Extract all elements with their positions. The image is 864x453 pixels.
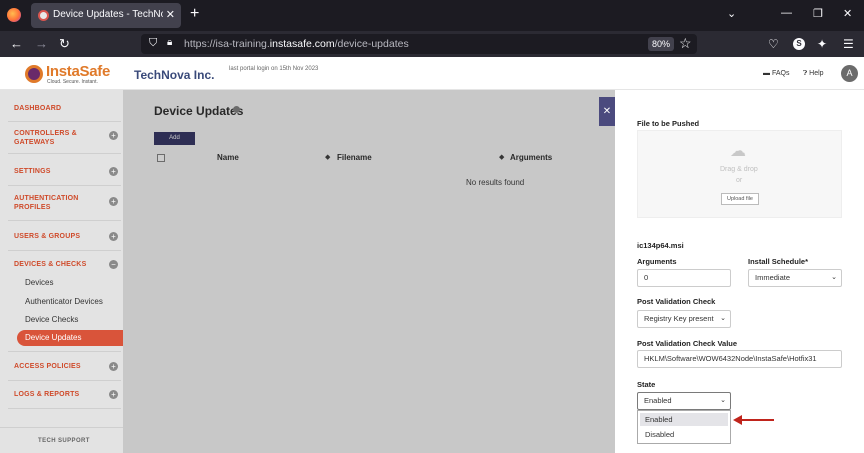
annotation-arrow-head-icon: [733, 415, 742, 425]
tab-close-icon[interactable]: ✕: [166, 8, 175, 21]
sidebar-divider: [8, 351, 121, 352]
sidebar-divider: [8, 220, 121, 221]
expand-plus-icon[interactable]: +: [109, 362, 118, 371]
post-validation-check-value-input[interactable]: HKLM\Software\WOW6432Node\InstaSafe\Hotf…: [637, 350, 842, 368]
tech-support[interactable]: TECH SUPPORT: [0, 427, 123, 453]
faqs-link[interactable]: ▬ FAQs: [763, 70, 789, 77]
expand-plus-icon[interactable]: +: [109, 390, 118, 399]
install-schedule-value: Immediate: [755, 273, 791, 282]
tab-favicon-icon: [38, 10, 49, 21]
sidebar-item-dashboard[interactable]: DASHBOARD: [14, 104, 104, 113]
state-select[interactable]: Enabled ⌄: [637, 392, 731, 410]
state-option-enabled[interactable]: Enabled: [640, 413, 728, 426]
chevron-down-icon: ⌄: [720, 397, 726, 404]
browser-tab[interactable]: Device Updates - TechNova Inc ✕: [31, 3, 181, 28]
post-validation-check-label: Post Validation Check: [637, 297, 716, 306]
instasafe-logo-icon: [25, 65, 43, 83]
app-header: InstaSafe Cloud. Secure. Instant. TechNo…: [0, 57, 864, 90]
sidebar-item-controllers[interactable]: CONTROLLERS & GATEWAYS: [14, 129, 104, 147]
expand-plus-icon[interactable]: +: [109, 131, 118, 140]
post-validation-check-select[interactable]: Registry Key present ⌄: [637, 310, 731, 328]
back-arrow-icon[interactable]: ←: [10, 36, 23, 51]
expand-plus-icon[interactable]: +: [109, 167, 118, 176]
close-window-button[interactable]: ✕: [843, 7, 852, 20]
browser-tab-bar: Device Updates - TechNova Inc ✕ + ⌄ — ❐ …: [0, 0, 864, 31]
arguments-input[interactable]: 0: [637, 269, 731, 287]
sidebar-divider: [8, 185, 121, 186]
url-text[interactable]: https://isa-training.instasafe.com/devic…: [184, 38, 409, 50]
drag-drop-text: Drag & drop: [720, 166, 758, 173]
sidebar-divider: [8, 408, 121, 409]
sidebar-item-access-policies[interactable]: ACCESS POLICIES: [14, 362, 104, 371]
browser-nav-bar: ← → ↻ ⛉ 🔒︎ https://isa-training.instasaf…: [0, 31, 864, 57]
modal-backdrop[interactable]: [123, 90, 615, 453]
logo-tagline: Cloud. Secure. Instant.: [47, 79, 98, 85]
account-avatar[interactable]: S: [793, 38, 805, 50]
annotation-arrow: [740, 419, 774, 421]
user-avatar[interactable]: A: [841, 65, 858, 82]
menu-hamburger-icon[interactable]: ☰: [843, 37, 854, 51]
state-label: State: [637, 380, 656, 389]
sidebar-divider: [8, 121, 121, 122]
post-validation-check-value-label: Post Validation Check Value: [637, 339, 738, 348]
state-dropdown-list: Enabled Disabled: [637, 410, 731, 444]
sidebar-item-settings[interactable]: SETTINGS: [14, 167, 104, 176]
cloud-upload-icon: ☁: [730, 143, 746, 160]
extensions-icon[interactable]: ✦: [817, 37, 827, 51]
faqs-label: FAQs: [771, 70, 790, 77]
reload-icon[interactable]: ↻: [59, 36, 70, 52]
pocket-icon[interactable]: ♡: [768, 37, 779, 51]
sidebar-divider: [8, 153, 121, 154]
last-login-text: last portal login on 15th Nov 2023: [229, 66, 319, 72]
sidebar-subitem-device-updates[interactable]: Device Updates: [17, 330, 123, 346]
help-link[interactable]: ❓︎ Help: [803, 70, 824, 78]
install-schedule-select[interactable]: Immediate ⌄: [748, 269, 842, 287]
sidebar-item-logs-reports[interactable]: LOGS & REPORTS: [14, 390, 104, 399]
list-all-tabs-icon[interactable]: ⌄: [727, 7, 736, 20]
sidebar-divider: [8, 380, 121, 381]
collapse-minus-icon[interactable]: −: [109, 260, 118, 269]
bookmark-star-icon[interactable]: ☆: [679, 35, 692, 52]
company-name: TechNova Inc.: [134, 68, 215, 82]
expand-plus-icon[interactable]: +: [109, 232, 118, 241]
sidebar-item-auth-profiles[interactable]: AUTHENTICATION PROFILES: [14, 194, 104, 212]
sidebar-item-users-groups[interactable]: USERS & GROUPS: [14, 232, 104, 241]
minimize-window-button[interactable]: —: [781, 7, 792, 19]
url-bar[interactable]: ⛉ 🔒︎ https://isa-training.instasafe.com/…: [141, 34, 697, 54]
upload-file-button[interactable]: Upload file: [721, 193, 759, 205]
panel-close-button[interactable]: ✕: [599, 97, 615, 126]
help-label: Help: [809, 70, 824, 77]
tracking-shield-icon[interactable]: ⛉: [149, 37, 157, 50]
sidebar-subitem-devices[interactable]: Devices: [25, 278, 53, 287]
state-option-disabled[interactable]: Disabled: [640, 428, 728, 441]
selected-file-name: ic134p64.msi: [637, 241, 684, 250]
sidebar-subitem-label: Device Updates: [25, 333, 82, 342]
forward-arrow-icon[interactable]: →: [35, 36, 48, 51]
state-value: Enabled: [644, 396, 672, 405]
tech-support-label: TECH SUPPORT: [38, 438, 90, 444]
sidebar-divider: [8, 250, 121, 251]
chevron-down-icon: ⌄: [831, 274, 837, 281]
new-tab-button[interactable]: +: [190, 5, 199, 23]
faq-chat-icon: ▬: [763, 70, 772, 77]
firefox-logo-icon: [7, 8, 21, 22]
restore-window-button[interactable]: ❐: [813, 7, 823, 20]
logo-text: InstaSafe: [46, 63, 110, 80]
arguments-label: Arguments: [637, 257, 677, 266]
sidebar-subitem-device-checks[interactable]: Device Checks: [25, 315, 78, 324]
expand-plus-icon[interactable]: +: [109, 197, 118, 206]
tab-title: Device Updates - TechNova Inc: [53, 9, 163, 20]
file-to-push-label: File to be Pushed: [637, 119, 700, 128]
chevron-down-icon: ⌄: [720, 315, 726, 322]
sidebar-subitem-authenticator-devices[interactable]: Authenticator Devices: [25, 297, 103, 306]
install-schedule-label: Install Schedule*: [748, 257, 809, 266]
zoom-level-badge[interactable]: 80%: [648, 37, 674, 51]
sidebar-item-devices-checks[interactable]: DEVICES & CHECKS: [14, 260, 104, 269]
post-validation-check-value: Registry Key present: [644, 314, 714, 323]
sidebar: DASHBOARD CONTROLLERS & GATEWAYS + SETTI…: [0, 90, 123, 453]
lock-icon[interactable]: 🔒︎: [167, 37, 172, 48]
or-text: or: [736, 177, 743, 184]
